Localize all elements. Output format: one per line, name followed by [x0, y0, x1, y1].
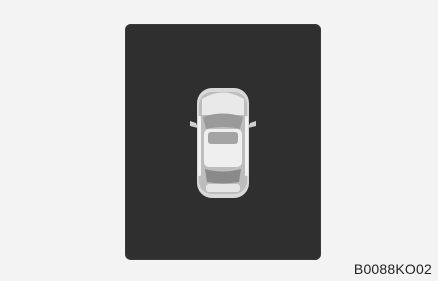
car-top-view-icon: [190, 88, 256, 198]
figure-page: B0088KO02: [0, 0, 438, 281]
figure-code: B0088KO02: [353, 261, 432, 277]
